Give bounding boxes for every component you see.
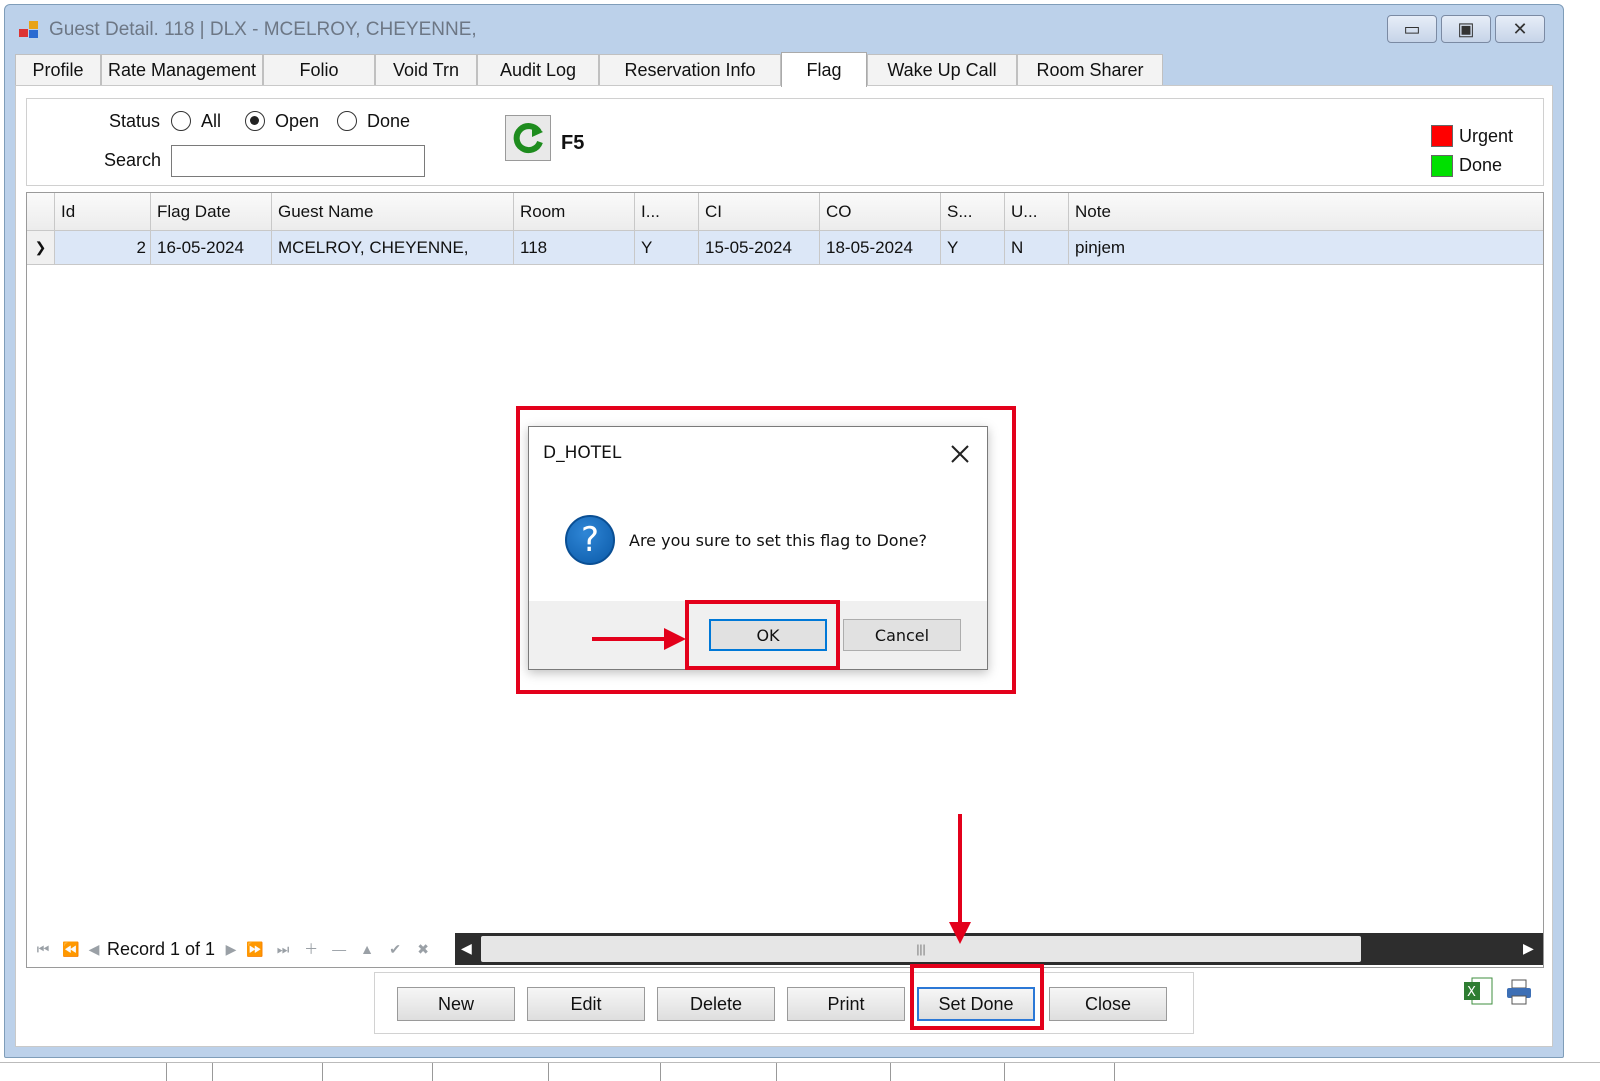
next-page-icon[interactable]: ⏩ (241, 941, 269, 958)
ok-highlight-box (685, 600, 840, 670)
column-header-co[interactable]: CO (820, 193, 941, 230)
tab-reservation-info[interactable]: Reservation Info (599, 54, 781, 86)
search-label: Search (104, 150, 162, 170)
scroll-left-icon[interactable]: ◀ (461, 940, 472, 957)
arrow-to-set-done-head-icon (949, 922, 971, 944)
title-bar[interactable]: Guest Detail. 118 | DLX - MCELROY, CHEYE… (5, 5, 1563, 49)
tab-folio[interactable]: Folio (263, 54, 375, 86)
maximize-button[interactable]: ▣ (1441, 15, 1491, 43)
last-record-icon[interactable]: ⏭ (269, 941, 297, 958)
cancel-record-icon[interactable]: ✖ (409, 941, 437, 958)
cell-note[interactable]: pinjem (1069, 231, 1543, 264)
scroll-right-icon[interactable]: ▶ (1523, 940, 1534, 957)
tab-flag[interactable]: Flag (781, 52, 867, 87)
cell-ci[interactable]: 15-05-2024 (699, 231, 820, 264)
status-done-radio[interactable] (337, 111, 357, 131)
close-window-button[interactable]: ✕ (1495, 15, 1545, 43)
column-header-room[interactable]: Room (514, 193, 635, 230)
new-button[interactable]: New (397, 987, 515, 1021)
table-row[interactable]: ❯ 2 16-05-2024 MCELROY, CHEYENNE, 118 Y … (27, 231, 1543, 265)
tab-strip: Profile Rate Management Folio Void Trn A… (15, 52, 1163, 87)
column-header-id[interactable]: Id (55, 193, 151, 230)
prev-record-icon[interactable]: ◀ (85, 941, 103, 958)
record-count: Record 1 of 1 (107, 938, 216, 959)
column-header-note[interactable]: Note (1069, 193, 1543, 230)
close-button[interactable]: Close (1049, 987, 1167, 1021)
column-header-u[interactable]: U... (1005, 193, 1069, 230)
legend-done-label: Done (1459, 155, 1503, 175)
column-header-guest-name[interactable]: Guest Name (272, 193, 514, 230)
status-open-radio[interactable] (245, 111, 265, 131)
next-record-icon[interactable]: ▶ (221, 941, 241, 958)
excel-export-icon[interactable]: X (1462, 976, 1494, 1006)
cell-flag-date[interactable]: 16-05-2024 (151, 231, 272, 264)
status-label: Status (109, 111, 161, 131)
record-navigator: ⏮ ⏪ ◀ Record 1 of 1 ▶ ⏩ ⏭ ＋ — ▲ ✔ ✖ (29, 933, 455, 965)
delete-record-icon[interactable]: — (325, 941, 353, 957)
action-button-bar: New Edit Delete Print Set Done Close (374, 972, 1194, 1034)
minimize-button[interactable]: ▭ (1387, 15, 1437, 43)
cell-i[interactable]: Y (635, 231, 699, 264)
status-all-label[interactable]: All (201, 111, 221, 132)
cell-co[interactable]: 18-05-2024 (820, 231, 941, 264)
status-all-radio[interactable] (171, 111, 191, 131)
grid-header: Id Flag Date Guest Name Room I... CI CO … (27, 193, 1543, 231)
window-title: Guest Detail. 118 | DLX - MCELROY, CHEYE… (49, 19, 477, 40)
arrow-to-ok (592, 637, 672, 641)
legend-urgent-label: Urgent (1459, 126, 1514, 146)
add-record-icon[interactable]: ＋ (297, 939, 325, 959)
cell-u[interactable]: N (1005, 231, 1069, 264)
status-done-label[interactable]: Done (367, 111, 410, 132)
header-corner (27, 193, 55, 230)
edit-record-icon[interactable]: ▲ (353, 941, 381, 957)
cell-id[interactable]: 2 (55, 231, 151, 264)
refresh-button[interactable] (505, 115, 551, 161)
legend-done-swatch (1431, 155, 1453, 177)
tab-audit-log[interactable]: Audit Log (477, 54, 599, 86)
app-icon (19, 21, 41, 39)
printer-icon[interactable] (1504, 978, 1534, 1006)
arrow-to-set-done (958, 814, 962, 928)
tab-profile[interactable]: Profile (15, 54, 101, 86)
maximize-icon: ▣ (1457, 18, 1475, 39)
column-header-s[interactable]: S... (941, 193, 1005, 230)
edit-button[interactable]: Edit (527, 987, 645, 1021)
status-open-label[interactable]: Open (275, 111, 319, 132)
background-window-edge (1568, 0, 1600, 1080)
refresh-icon (513, 123, 543, 154)
background-window-bottom (0, 1062, 1600, 1081)
cell-s[interactable]: Y (941, 231, 1005, 264)
cell-guest-name[interactable]: MCELROY, CHEYENNE, (272, 231, 514, 264)
svg-text:X: X (1467, 985, 1476, 1000)
minimize-icon: ▭ (1403, 18, 1421, 39)
column-header-flag-date[interactable]: Flag Date (151, 193, 272, 230)
close-icon: ✕ (1512, 18, 1528, 39)
row-pointer-icon: ❯ (27, 231, 55, 264)
arrow-to-ok-head-icon (664, 628, 686, 650)
tab-wake-up-call[interactable]: Wake Up Call (867, 54, 1017, 86)
first-record-icon[interactable]: ⏮ (29, 941, 57, 958)
search-input[interactable] (171, 145, 425, 177)
cell-room[interactable]: 118 (514, 231, 635, 264)
column-header-ci[interactable]: CI (699, 193, 820, 230)
print-button[interactable]: Print (787, 987, 905, 1021)
filter-panel: Status All Open Done Search F5 Urgent Do… (26, 98, 1544, 186)
set-done-highlight-box (910, 964, 1044, 1030)
column-header-i[interactable]: I... (635, 193, 699, 230)
tab-void-trn[interactable]: Void Trn (375, 54, 477, 86)
prev-page-icon[interactable]: ⏪ (57, 941, 85, 958)
legend-urgent-swatch (1431, 125, 1453, 147)
tab-rate-management[interactable]: Rate Management (101, 54, 263, 86)
scroll-thumb[interactable]: ||| (481, 936, 1361, 962)
tab-room-sharer[interactable]: Room Sharer (1017, 54, 1163, 86)
delete-button[interactable]: Delete (657, 987, 775, 1021)
post-record-icon[interactable]: ✔ (381, 941, 409, 958)
horizontal-scrollbar[interactable]: ◀ ||| ▶ (455, 933, 1543, 965)
refresh-hotkey-label: F5 (561, 132, 585, 154)
